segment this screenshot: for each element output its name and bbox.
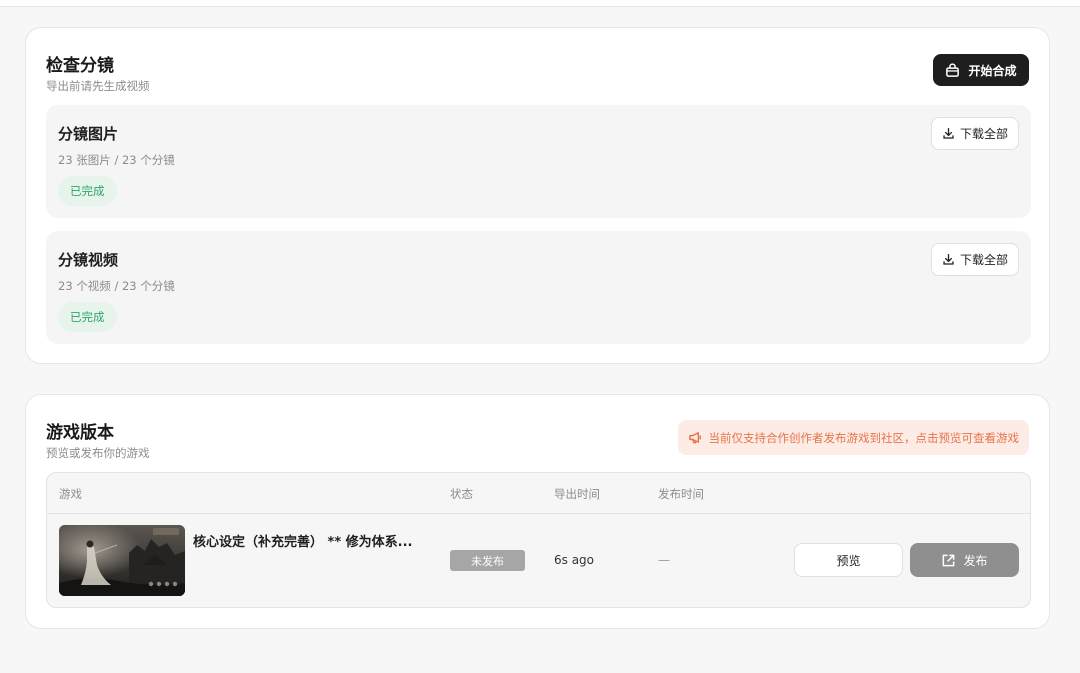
section-storyboard-videos: 分镜视频 23 个视频 / 23 个分镜 已完成 下载全部: [46, 231, 1031, 344]
status-badge: 未发布: [450, 550, 525, 571]
game-versions-subtitle: 预览或发布你的游戏: [46, 446, 150, 460]
start-compose-label: 开始合成: [968, 63, 1017, 78]
section-summary: 23 张图片 / 23 个分镜: [58, 153, 175, 167]
table-header: 游戏 状态 导出时间 发布时间: [47, 473, 1030, 514]
download-label: 下载全部: [959, 253, 1008, 267]
download-label: 下载全部: [959, 127, 1008, 141]
status-badge: 已完成: [58, 302, 117, 332]
game-versions-card: 游戏版本 预览或发布你的游戏 当前仅支持合作创作者发布游戏到社区，点击预览可查看…: [25, 394, 1050, 629]
megaphone-icon: [688, 432, 701, 444]
storyboard-card: 检查分镜 导出前请先生成视频 开始合成 分镜图片 23 张图片 / 23 个分镜…: [25, 27, 1050, 364]
export-time: 6s ago: [554, 553, 595, 567]
download-icon: [943, 253, 954, 265]
bag-icon: [946, 62, 960, 77]
column-header-status: 状态: [450, 487, 473, 501]
column-header-game: 游戏: [59, 487, 82, 501]
game-table: 游戏 状态 导出时间 发布时间 核心设定（补充完善） ** 修为体系... 未发…: [46, 472, 1031, 608]
download-all-videos-button[interactable]: 下载全部: [931, 243, 1019, 276]
publish-label: 发布: [963, 553, 988, 568]
start-compose-button[interactable]: 开始合成: [933, 54, 1029, 86]
storyboard-title: 检查分镜: [46, 56, 114, 76]
publish-notice: 当前仅支持合作创作者发布游戏到社区，点击预览可查看游戏: [677, 420, 1029, 455]
publish-time: —: [658, 553, 670, 567]
download-icon: [943, 127, 954, 139]
section-title: 分镜图片: [58, 125, 119, 143]
game-versions-title: 游戏版本: [46, 423, 114, 443]
column-header-publish-time: 发布时间: [658, 487, 704, 501]
section-storyboard-images: 分镜图片 23 张图片 / 23 个分镜 已完成 下载全部: [46, 105, 1031, 218]
section-summary: 23 个视频 / 23 个分镜: [58, 279, 175, 293]
section-title: 分镜视频: [58, 251, 119, 269]
preview-button[interactable]: 预览: [794, 543, 903, 577]
notice-text: 当前仅支持合作创作者发布游戏到社区，点击预览可查看游戏: [708, 430, 1020, 445]
storyboard-subtitle: 导出前请先生成视频: [46, 79, 150, 93]
download-all-images-button[interactable]: 下载全部: [931, 117, 1019, 150]
status-badge: 已完成: [58, 176, 117, 206]
publish-button[interactable]: 发布: [910, 543, 1019, 577]
table-row: 核心设定（补充完善） ** 修为体系... 未发布 6s ago — 预览 发布: [47, 514, 1030, 607]
column-header-export-time: 导出时间: [554, 487, 600, 501]
top-bar: [0, 0, 1080, 7]
game-name: 核心设定（补充完善） ** 修为体系...: [193, 535, 413, 550]
game-thumbnail: [59, 525, 185, 596]
external-link-icon: [943, 554, 955, 566]
